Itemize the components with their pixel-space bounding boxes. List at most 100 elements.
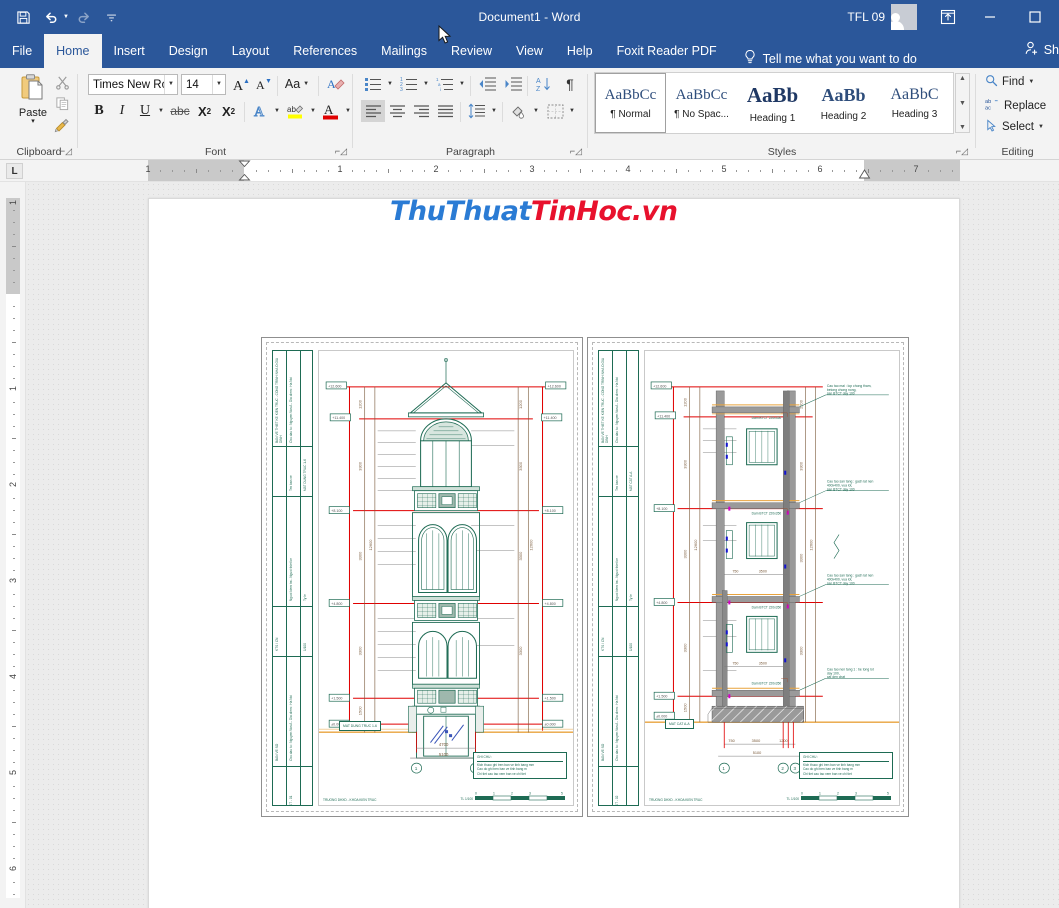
- minimize-icon[interactable]: [967, 0, 1012, 34]
- cut-icon[interactable]: [50, 72, 74, 93]
- document-page[interactable]: BAN VE THIET KE KIEN TRUC - CONG TRINH N…: [148, 198, 960, 908]
- styles-dialog-launcher[interactable]: ⌐◿: [956, 146, 968, 157]
- section-scale-label: TL 1/100: [786, 797, 799, 801]
- shading-caret-icon[interactable]: ▼: [531, 104, 541, 118]
- text-highlight-icon[interactable]: ab: [284, 100, 308, 122]
- paste-caret-icon[interactable]: ▾: [31, 118, 35, 125]
- chevron-down-icon[interactable]: ▼: [164, 75, 177, 94]
- svg-text:+4.800: +4.800: [656, 601, 667, 605]
- tab-design[interactable]: Design: [157, 34, 220, 68]
- tab-layout[interactable]: Layout: [220, 34, 282, 68]
- font-color-icon[interactable]: A: [319, 100, 343, 122]
- customize-qat-icon[interactable]: [99, 5, 125, 29]
- find-caret-icon[interactable]: ▼: [1028, 79, 1034, 85]
- numbering-icon[interactable]: 123: [397, 73, 421, 95]
- tell-me-box[interactable]: Tell me what you want to do: [743, 49, 917, 68]
- tab-file[interactable]: File: [0, 34, 44, 68]
- tab-references[interactable]: References: [281, 34, 369, 68]
- vertical-ruler-track[interactable]: 1 1 2 3 4 5 6: [6, 198, 20, 898]
- undo-caret-icon[interactable]: ▼: [63, 14, 69, 20]
- change-case-icon[interactable]: Aa ▼: [282, 74, 312, 94]
- replace-button[interactable]: ab ac Replace: [985, 97, 1046, 114]
- grow-font-icon[interactable]: A: [230, 73, 252, 95]
- cad-drawing-image[interactable]: BAN VE THIET KE KIEN TRUC - CONG TRINH N…: [261, 337, 909, 817]
- borders-caret-icon[interactable]: ▼: [567, 104, 577, 118]
- increase-indent-icon[interactable]: [501, 73, 525, 95]
- scroll-down-icon[interactable]: ▼: [959, 100, 966, 107]
- align-right-icon[interactable]: [409, 100, 433, 122]
- underline-icon[interactable]: U: [134, 100, 156, 122]
- text-effects-caret-icon[interactable]: ▼: [272, 104, 282, 118]
- ribbon-display-options-icon[interactable]: [929, 0, 967, 34]
- bullets-icon[interactable]: [361, 73, 385, 95]
- tab-mailings[interactable]: Mailings: [369, 34, 439, 68]
- tab-view[interactable]: View: [504, 34, 555, 68]
- format-painter-icon[interactable]: [50, 114, 74, 135]
- superscript-icon[interactable]: X2: [217, 100, 240, 122]
- vertical-ruler[interactable]: 1 1 2 3 4 5 6: [0, 182, 26, 908]
- horizontal-ruler[interactable]: L 1 1 2 3 4 5 6 7: [0, 160, 1059, 182]
- right-indent-marker[interactable]: [858, 169, 871, 181]
- select-button[interactable]: Select ▼: [985, 119, 1044, 135]
- find-button[interactable]: Find ▼: [985, 74, 1034, 90]
- subscript-icon[interactable]: X2: [193, 100, 216, 122]
- multilevel-caret-icon[interactable]: ▼: [457, 77, 467, 91]
- tab-home[interactable]: Home: [44, 34, 102, 68]
- shading-icon[interactable]: [507, 100, 531, 122]
- scroll-up-icon[interactable]: ▲: [959, 75, 966, 82]
- section-caption: MAT CAT A-A: [665, 719, 694, 729]
- numbering-caret-icon[interactable]: ▼: [421, 77, 431, 91]
- font-dialog-launcher[interactable]: ⌐◿: [335, 146, 347, 157]
- svg-text:1200: 1200: [779, 739, 788, 743]
- clear-formatting-icon[interactable]: A: [324, 73, 346, 95]
- align-center-icon[interactable]: [385, 100, 409, 122]
- select-caret-icon[interactable]: ▼: [1038, 124, 1044, 130]
- line-spacing-icon[interactable]: [465, 100, 489, 122]
- italic-icon[interactable]: I: [111, 100, 133, 122]
- style-item-heading-1[interactable]: AaBb Heading 1: [737, 73, 808, 133]
- font-name-combo[interactable]: Times New Ro ▼: [88, 74, 178, 95]
- shrink-font-icon[interactable]: A: [252, 73, 274, 95]
- document-canvas[interactable]: BAN VE THIET KE KIEN TRUC - CONG TRINH N…: [26, 182, 1059, 908]
- font-size-combo[interactable]: 14 ▼: [181, 74, 226, 95]
- styles-scrollbar[interactable]: ▲ ▼ ▼: [955, 73, 970, 133]
- share-button[interactable]: Sh: [1024, 40, 1059, 59]
- tab-insert[interactable]: Insert: [102, 34, 157, 68]
- highlight-caret-icon[interactable]: ▼: [308, 104, 318, 118]
- align-left-icon[interactable]: [361, 100, 385, 122]
- justify-icon[interactable]: [433, 100, 457, 122]
- clipboard-dialog-launcher[interactable]: ⌐◿: [60, 146, 72, 157]
- borders-icon[interactable]: [543, 100, 567, 122]
- undo-icon[interactable]: [38, 5, 64, 29]
- maximize-icon[interactable]: [1012, 0, 1057, 34]
- sort-icon[interactable]: AZ: [532, 73, 556, 95]
- style-item-heading-3[interactable]: AaBbC Heading 3: [879, 73, 950, 133]
- bullets-caret-icon[interactable]: ▼: [385, 77, 395, 91]
- first-line-indent-marker[interactable]: [238, 160, 251, 181]
- redo-icon[interactable]: [71, 5, 97, 29]
- tab-help[interactable]: Help: [555, 34, 605, 68]
- tab-stop-selector[interactable]: L: [6, 163, 23, 179]
- save-icon[interactable]: [10, 5, 36, 29]
- style-item-no-spacing[interactable]: AaBbCc ¶ No Spac...: [666, 73, 737, 133]
- decrease-indent-icon[interactable]: [475, 73, 499, 95]
- tab-foxit-reader-pdf[interactable]: Foxit Reader PDF: [605, 34, 729, 68]
- styles-more-icon[interactable]: ▼: [959, 124, 966, 131]
- watermark-part1: ThuThuat: [390, 196, 531, 227]
- style-item-normal[interactable]: AaBbCc ¶ Normal: [594, 72, 667, 134]
- avatar[interactable]: [891, 4, 917, 30]
- paragraph-dialog-launcher[interactable]: ⌐◿: [570, 146, 582, 157]
- ruler-tick: [832, 170, 833, 172]
- line-spacing-caret-icon[interactable]: ▼: [489, 104, 499, 118]
- style-item-heading-2[interactable]: AaBb Heading 2: [808, 73, 879, 133]
- chevron-down-icon[interactable]: ▼: [212, 75, 225, 94]
- bold-icon[interactable]: B: [88, 100, 110, 122]
- copy-icon[interactable]: [50, 93, 74, 114]
- svg-text:0: 0: [801, 792, 803, 796]
- show-formatting-marks-icon[interactable]: ¶: [558, 73, 582, 95]
- text-effects-icon[interactable]: A: [250, 100, 272, 122]
- underline-caret-icon[interactable]: ▼: [156, 104, 166, 118]
- strikethrough-icon[interactable]: abc: [168, 100, 192, 122]
- multilevel-list-icon[interactable]: 1ai: [433, 73, 457, 95]
- horizontal-ruler-track[interactable]: 1 1 2 3 4 5 6 7: [145, 160, 960, 181]
